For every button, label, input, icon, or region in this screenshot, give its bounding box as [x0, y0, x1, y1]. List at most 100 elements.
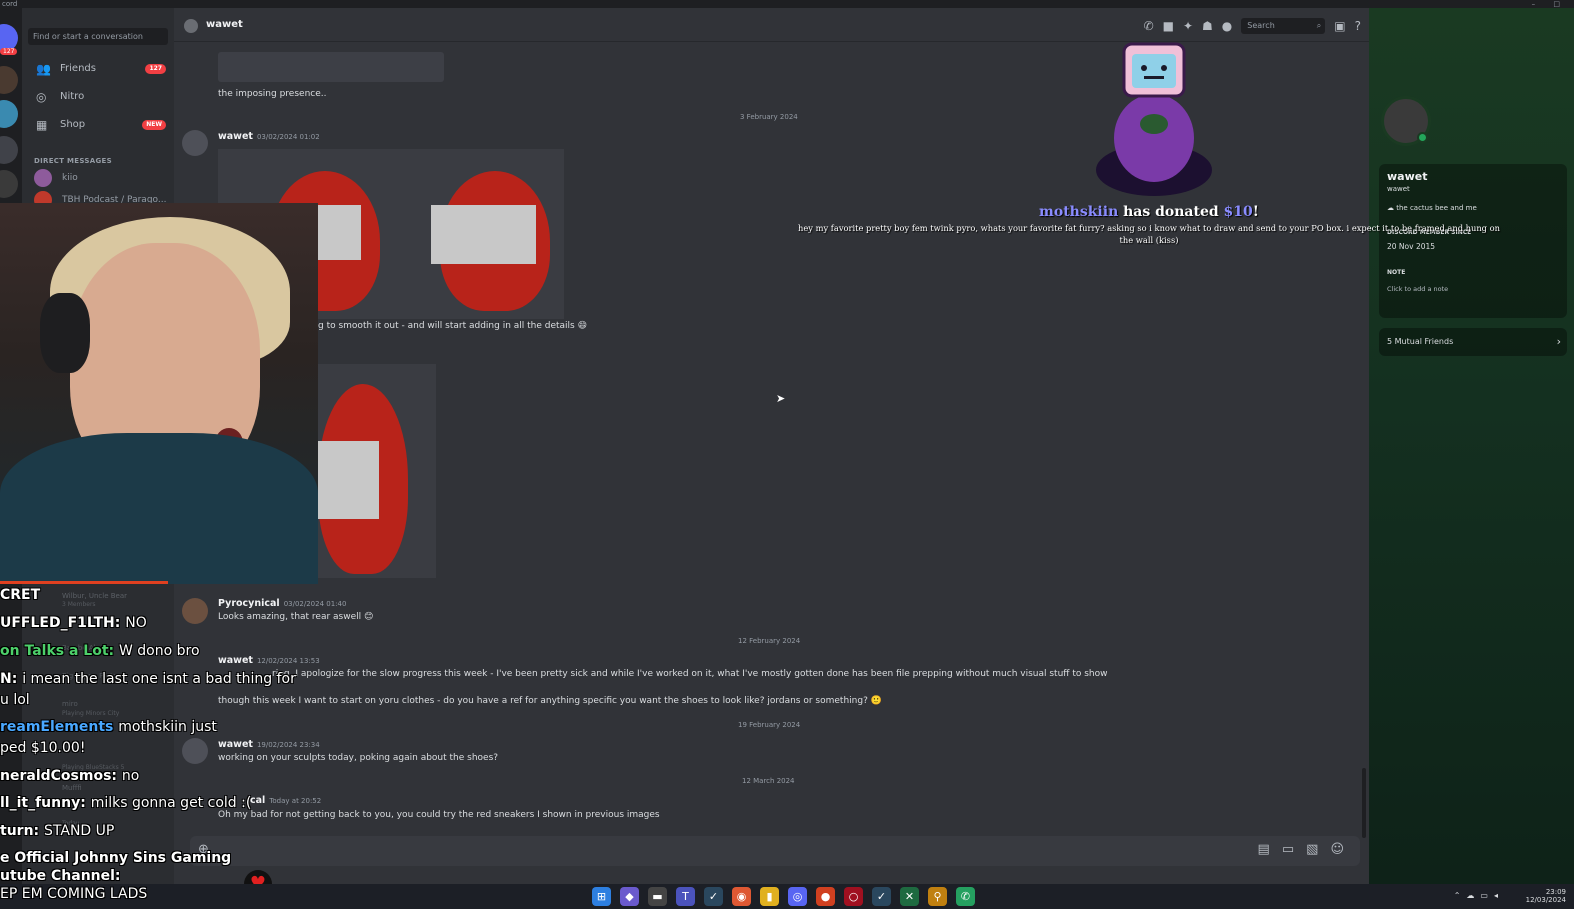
image-attachment[interactable] — [315, 364, 436, 578]
home-badge: 127 — [0, 48, 18, 55]
chat-line: EP EM COMING LADS — [0, 886, 148, 902]
chat-line: on Talks a Lot: W dono bro — [0, 643, 200, 659]
message-timestamp: 03/02/2024 01:02 — [256, 133, 320, 141]
chat-line: UFFLED_F1LTH: NO — [0, 615, 147, 631]
gift-icon[interactable]: ▤ — [1258, 842, 1270, 857]
add-friend-icon[interactable]: ☗ — [1202, 19, 1213, 33]
folder-icon[interactable]: ▮ — [760, 887, 779, 906]
sidebar-item-friends[interactable]: 👥 Friends 127 — [30, 58, 170, 80]
headset-icon — [40, 293, 90, 373]
dm-name: kiio — [62, 173, 78, 183]
window-titlebar: cord – □ — [0, 0, 1574, 8]
alert-headline: mothskiin has donated $10! — [1039, 204, 1259, 220]
app-icon[interactable]: ✆ — [956, 887, 975, 906]
profile-icon[interactable]: ● — [1222, 19, 1232, 33]
sidebar-item-nitro[interactable]: ◎ Nitro — [30, 86, 170, 108]
app-icon[interactable]: ● — [816, 887, 835, 906]
search-icon: ⌕ — [1316, 21, 1322, 30]
alert-amount: $10 — [1223, 204, 1253, 220]
taskbar: ⊞ ◆ ▬ T ✓ ◉ ▮ ◎ ● ○ ✓ ✕ ⚲ ✆ ⌃☁▭◂ 23:09 1… — [0, 884, 1574, 909]
help-icon[interactable]: ? — [1355, 19, 1361, 33]
friends-icon: 👥 — [36, 62, 51, 76]
server-icon[interactable] — [0, 66, 18, 94]
note-label: NOTE — [1387, 269, 1406, 276]
chat-line: ll_it_funny: milks gonna get cold :( — [0, 795, 252, 811]
server-icon[interactable] — [0, 100, 18, 128]
image-attachment[interactable] — [218, 52, 444, 82]
app-icon[interactable]: ◆ — [620, 887, 639, 906]
emoji-icon[interactable]: ☺ — [1330, 842, 1344, 857]
friends-badge: 127 — [145, 64, 166, 74]
dm-item[interactable]: kiio — [34, 168, 78, 188]
chat-line: neraldCosmos: no — [0, 768, 140, 784]
message-input[interactable]: ⊕ ▤ ▭ ▧ ☺ — [190, 836, 1360, 866]
app-icon[interactable]: ✕ — [900, 887, 919, 906]
video-icon[interactable]: ■ — [1163, 19, 1174, 33]
sidebar-item-label: Shop — [60, 119, 86, 130]
app-icon[interactable]: ✓ — [872, 887, 891, 906]
chat-line: u lol — [0, 692, 30, 708]
date-divider: 3 February 2024 — [740, 113, 798, 121]
avatar — [184, 19, 198, 33]
sidebar-item-shop[interactable]: ▦ Shop NEW — [30, 114, 170, 136]
avatar — [182, 130, 208, 156]
inbox-icon[interactable]: ▣ — [1334, 19, 1345, 33]
chat-line: N: i mean the last one isnt a bad thing … — [0, 671, 296, 687]
nitro-icon: ◎ — [36, 90, 47, 104]
webcam-shirt — [0, 433, 318, 584]
sticker-icon[interactable]: ▧ — [1306, 842, 1318, 857]
chat-line: CRET — [0, 587, 41, 603]
message-text: g to smooth it out - and will start addi… — [318, 321, 587, 331]
chat-line: turn: STAND UP — [0, 823, 115, 839]
system-tray-icons[interactable]: ⌃☁▭◂ — [1454, 891, 1504, 900]
alert-message: hey my favorite pretty boy fem twink pyr… — [798, 223, 1500, 245]
message-author: wawet 03/02/2024 01:02 — [218, 131, 320, 142]
webcam-overlay — [0, 203, 318, 584]
pin-icon[interactable]: ✦ — [1183, 19, 1193, 33]
chat-line: e Official Johnny Sins Gaming — [0, 850, 232, 866]
donation-alert: mothskiin has donated $10! hey my favori… — [794, 36, 1514, 251]
shop-icon: ▦ — [36, 118, 48, 132]
mutual-friends-button[interactable]: 5 Mutual Friends › — [1379, 328, 1567, 356]
discord-icon[interactable]: ◎ — [788, 887, 807, 906]
app-icon[interactable]: ▬ — [648, 887, 667, 906]
composer-toolbar: ▤ ▭ ▧ ☺ — [1258, 842, 1344, 857]
note-input[interactable]: Click to add a note — [1387, 285, 1448, 293]
mouse-cursor-icon: ➤ — [776, 392, 786, 405]
sidebar-item-label: Nitro — [60, 91, 85, 102]
alert-mascot-image — [1096, 42, 1212, 196]
search-input[interactable]: Search ⌕ — [1241, 18, 1326, 34]
avatar — [34, 169, 52, 187]
browser-icon[interactable]: ◉ — [732, 887, 751, 906]
taskbar-apps: ⊞ ◆ ▬ T ✓ ◉ ▮ ◎ ● ○ ✓ ✕ ⚲ ✆ — [592, 887, 975, 906]
chevron-right-icon: › — [1556, 335, 1561, 348]
shop-badge: NEW — [142, 120, 166, 130]
server-icon[interactable] — [0, 170, 18, 198]
alert-donor: mothskiin — [1039, 204, 1119, 220]
start-icon[interactable]: ⊞ — [592, 887, 611, 906]
screen: cord – □ 127 Find or start a conversatio… — [0, 0, 1574, 909]
app-icon[interactable]: ○ — [844, 887, 863, 906]
sidebar-item-label: Friends — [60, 63, 96, 74]
app-icon[interactable]: ✓ — [704, 887, 723, 906]
stream-chat-overlay: CRET UFFLED_F1LTH: NO on Talks a Lot: W … — [0, 584, 320, 884]
window-controls[interactable]: – □ — [1532, 0, 1568, 8]
gif-icon[interactable]: ▭ — [1282, 842, 1294, 857]
window-title: cord — [2, 0, 18, 8]
chat-line: ped $10.00! — [0, 740, 86, 756]
system-clock[interactable]: 23:09 12/03/2024 — [1526, 888, 1566, 904]
chat-line: reamElements mothskiin just — [0, 719, 217, 735]
date-divider: 19 February 2024 — [738, 721, 801, 729]
app-icon[interactable]: T — [676, 887, 695, 906]
header-toolbar: ✆ ■ ✦ ☗ ● Search ⌕ ▣ ? — [1144, 18, 1361, 34]
chat-scrollbar[interactable] — [1362, 768, 1366, 838]
dm-header: DIRECT MESSAGES — [34, 157, 112, 165]
conversation-search[interactable]: Find or start a conversation — [28, 28, 168, 45]
censor-box — [431, 205, 536, 264]
call-icon[interactable]: ✆ — [1144, 19, 1154, 33]
chat-title: wawet — [206, 19, 243, 30]
chat-line: utube Channel: — [0, 868, 121, 884]
message-text: ring, I apologize for the slow progress … — [272, 669, 1108, 679]
app-icon[interactable]: ⚲ — [928, 887, 947, 906]
server-icon[interactable] — [0, 136, 18, 164]
